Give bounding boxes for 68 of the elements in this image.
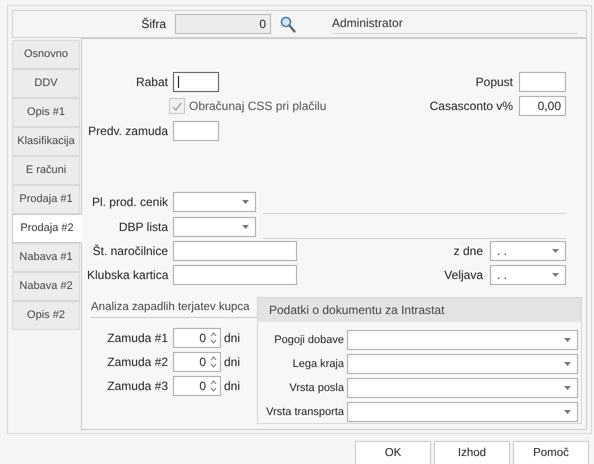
tab[interactable]: Opis #2 (12, 301, 80, 330)
dropdown-field[interactable] (173, 217, 256, 237)
dropdown-field[interactable] (347, 402, 578, 422)
tab[interactable]: Klasifikacija (12, 127, 80, 156)
field-label: Pl. prod. cenik (90, 194, 168, 211)
check-icon (172, 102, 182, 110)
panel-title: Podatki o dokumentu za Intrastat (258, 298, 581, 322)
input-field[interactable] (173, 241, 297, 261)
caret-icon (564, 386, 571, 390)
spin-field[interactable]: 0 (173, 352, 221, 372)
code-field: 0 (175, 14, 271, 34)
user-name: Administrator (332, 14, 578, 34)
field-label: Klubska kartica (87, 267, 168, 284)
caret-icon (552, 249, 559, 253)
tab[interactable]: Nabava #1 (12, 243, 80, 272)
field-label: Vrsta posla (288, 380, 344, 396)
caret-icon (564, 410, 571, 414)
unit-label: dni (224, 354, 240, 372)
caret-icon (564, 362, 571, 366)
caret-icon (564, 338, 571, 342)
field-label: Popust (476, 74, 513, 91)
field-label: DBP lista (118, 219, 168, 236)
caret-icon (242, 225, 249, 229)
dropdown-field[interactable] (173, 192, 256, 212)
input-field[interactable]: 0,00 (519, 96, 566, 116)
dialog-button[interactable]: Pomoč (513, 441, 589, 464)
unit-label: dni (224, 330, 240, 348)
caret-icon (242, 200, 249, 204)
field-label: Casasconto v% (430, 98, 513, 115)
dropdown-field[interactable]: . . (490, 265, 566, 285)
input-field[interactable] (173, 121, 219, 141)
field-label: Vrsta transporta (265, 404, 344, 420)
dialog-button[interactable]: OK (355, 441, 431, 464)
tab[interactable]: E računi (12, 156, 80, 185)
input-field[interactable] (173, 265, 297, 285)
field-label: Št. naročilnice (92, 243, 168, 260)
spin-arrows-icon[interactable] (210, 355, 217, 370)
caret-icon (552, 273, 559, 277)
spin-field[interactable]: 0 (173, 376, 221, 396)
field-label: Zamuda #3 (106, 378, 168, 396)
tab[interactable]: Opis #1 (12, 98, 80, 127)
field-label: Predv. zamuda (87, 123, 168, 140)
field-label: Rabat (134, 74, 168, 91)
spin-field[interactable]: 0 (173, 328, 221, 348)
field-label: Pogoji dobave (273, 332, 344, 348)
field-label: z dne (454, 243, 483, 260)
dropdown-field[interactable] (347, 330, 578, 350)
spin-arrows-icon[interactable] (210, 331, 217, 346)
tab[interactable]: Prodaja #1 (12, 185, 80, 214)
field-label: Zamuda #2 (106, 354, 168, 372)
input-field[interactable] (173, 72, 219, 92)
dialog-button[interactable]: Izhod (434, 441, 510, 464)
tab[interactable]: DDV (12, 69, 80, 98)
spin-arrows-icon[interactable] (210, 379, 217, 394)
checkbox-label: Obračunaj CSS pri plačilu (189, 98, 326, 115)
field-label: Lega kraja (292, 356, 344, 372)
search-icon[interactable] (280, 16, 296, 32)
code-label: Šifra (140, 16, 166, 33)
tab[interactable]: Osnovno (12, 40, 80, 69)
dropdown-field[interactable]: . . (490, 241, 566, 261)
dropdown-field[interactable] (347, 354, 578, 374)
tab[interactable]: Nabava #2 (12, 272, 80, 301)
dropdown-field[interactable] (347, 378, 578, 398)
input-field[interactable] (519, 72, 566, 92)
tab[interactable]: Prodaja #2 (12, 214, 82, 243)
unit-label: dni (224, 378, 240, 396)
field-label: Zamuda #1 (106, 330, 168, 348)
field-label: Veljava (444, 267, 483, 284)
